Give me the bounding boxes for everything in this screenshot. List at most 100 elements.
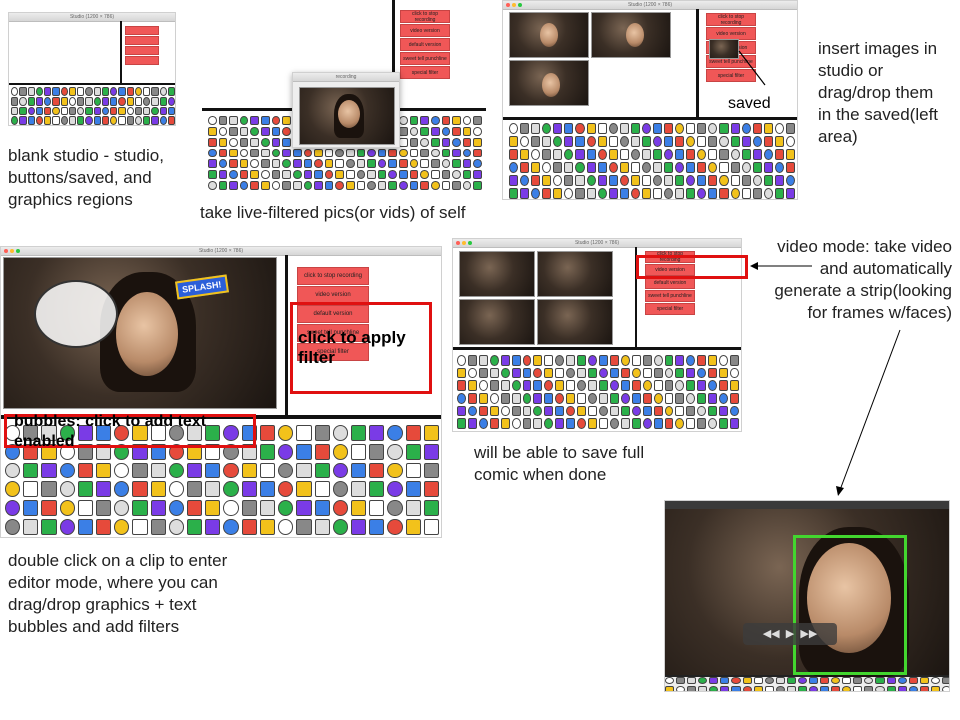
graphic-sticker[interactable] [686,123,696,134]
graphic-sticker[interactable] [314,462,330,479]
graphic-sticker[interactable] [52,87,60,96]
graphic-sticker[interactable] [697,149,707,160]
graphic-sticker[interactable] [282,170,291,180]
graphic-sticker[interactable] [335,181,344,190]
graphic-sticker[interactable] [187,481,203,498]
graphic-sticker[interactable] [324,170,334,180]
graphic-sticker[interactable] [886,686,896,691]
splash-sticker[interactable]: SPLASH! [174,274,229,300]
graphic-sticker[interactable] [59,500,75,517]
graphic-sticker[interactable] [292,148,302,158]
graphic-sticker[interactable] [11,96,19,106]
graphic-sticker[interactable] [250,148,260,158]
thought-bubble[interactable] [34,280,118,348]
graphic-sticker[interactable] [303,159,313,169]
graphic-sticker[interactable] [752,123,762,134]
graphic-sticker[interactable] [785,123,795,134]
graphic-sticker[interactable] [208,116,217,125]
graphic-sticker[interactable] [271,126,281,136]
graphic-sticker[interactable] [261,181,270,190]
graphic-sticker[interactable] [731,677,741,684]
graphic-sticker[interactable] [908,686,918,691]
graphic-sticker[interactable] [296,462,312,479]
graphic-sticker[interactable] [489,392,499,404]
graphic-sticker[interactable] [708,188,718,199]
graphic-sticker[interactable] [271,116,281,125]
graphic-sticker[interactable] [259,481,276,498]
graphic-sticker[interactable] [332,500,348,517]
graphic-sticker[interactable] [250,137,260,147]
graphic-sticker[interactable] [377,159,387,169]
graphic-sticker[interactable] [187,500,203,517]
graphic-sticker[interactable] [509,136,519,147]
graphic-sticker[interactable] [641,175,651,186]
graphic-sticker[interactable] [208,159,217,169]
graphic-sticker[interactable] [467,418,477,429]
graphic-sticker[interactable] [575,162,585,173]
graphic-sticker[interactable] [126,96,134,106]
graphic-sticker[interactable] [653,405,663,417]
graphic-sticker[interactable] [786,686,796,691]
graphic-sticker[interactable] [303,148,313,158]
graphic-sticker[interactable] [387,462,403,479]
graphic-sticker[interactable] [85,96,93,106]
graphic-sticker[interactable] [653,162,663,173]
graphic-sticker[interactable] [387,443,403,460]
graphic-sticker[interactable] [809,677,819,684]
graphic-sticker[interactable] [631,380,641,391]
graphic-sticker[interactable] [159,87,167,96]
graphic-sticker[interactable] [577,392,587,404]
graphic-sticker[interactable] [205,481,221,498]
graphic-sticker[interactable] [597,136,607,147]
graphic-sticker[interactable] [110,106,118,116]
graphic-sticker[interactable] [719,136,729,147]
graphic-sticker[interactable] [239,126,249,136]
graphic-sticker[interactable] [919,677,929,684]
graphic-sticker[interactable] [686,149,696,160]
graphic-sticker[interactable] [159,106,167,116]
graphic-sticker[interactable] [241,500,257,517]
graphic-sticker[interactable] [457,380,466,391]
graphic-sticker[interactable] [620,392,630,404]
graphic-sticker[interactable] [698,686,708,691]
graphic-sticker[interactable] [686,392,696,404]
graphic-sticker[interactable] [897,686,907,691]
graphic-sticker[interactable] [441,148,451,158]
graphic-sticker[interactable] [143,106,151,116]
graphic-sticker[interactable] [500,418,510,429]
graphic-sticker[interactable] [441,137,451,147]
graphic-sticker[interactable] [719,405,729,417]
graphic-sticker[interactable] [114,500,130,517]
video-version-button[interactable] [125,36,159,45]
graphic-sticker[interactable] [675,392,685,404]
graphic-sticker[interactable] [941,677,949,684]
graphic-sticker[interactable] [522,367,532,379]
graphic-sticker[interactable] [241,481,257,498]
graphic-sticker[interactable] [473,116,482,125]
graphic-sticker[interactable] [452,116,461,125]
graphic-sticker[interactable] [575,123,585,134]
graphic-sticker[interactable] [27,87,35,96]
graphic-sticker[interactable] [430,159,440,169]
graphic-sticker[interactable] [292,159,302,169]
graphic-sticker[interactable] [630,162,640,173]
graphic-sticker[interactable] [452,159,461,169]
graphic-sticker[interactable] [478,405,488,417]
graphic-sticker[interactable] [774,175,784,186]
strip-panel-1[interactable] [459,251,535,297]
graphic-sticker[interactable] [511,418,521,429]
graphic-sticker[interactable] [143,116,151,125]
graphic-sticker[interactable] [167,87,175,96]
graphic-sticker[interactable] [697,418,707,429]
graphic-sticker[interactable] [462,137,472,147]
graphic-sticker[interactable] [441,126,451,136]
graphic-sticker[interactable] [686,188,696,199]
graphic-sticker[interactable] [686,355,696,366]
graphic-sticker[interactable] [405,443,421,460]
graphic-sticker[interactable] [218,159,228,169]
graphic-sticker[interactable] [278,462,294,479]
graphic-sticker[interactable] [653,380,663,391]
strip-panel-3[interactable] [459,299,535,345]
graphic-sticker[interactable] [577,380,587,391]
graphic-sticker[interactable] [420,148,429,158]
